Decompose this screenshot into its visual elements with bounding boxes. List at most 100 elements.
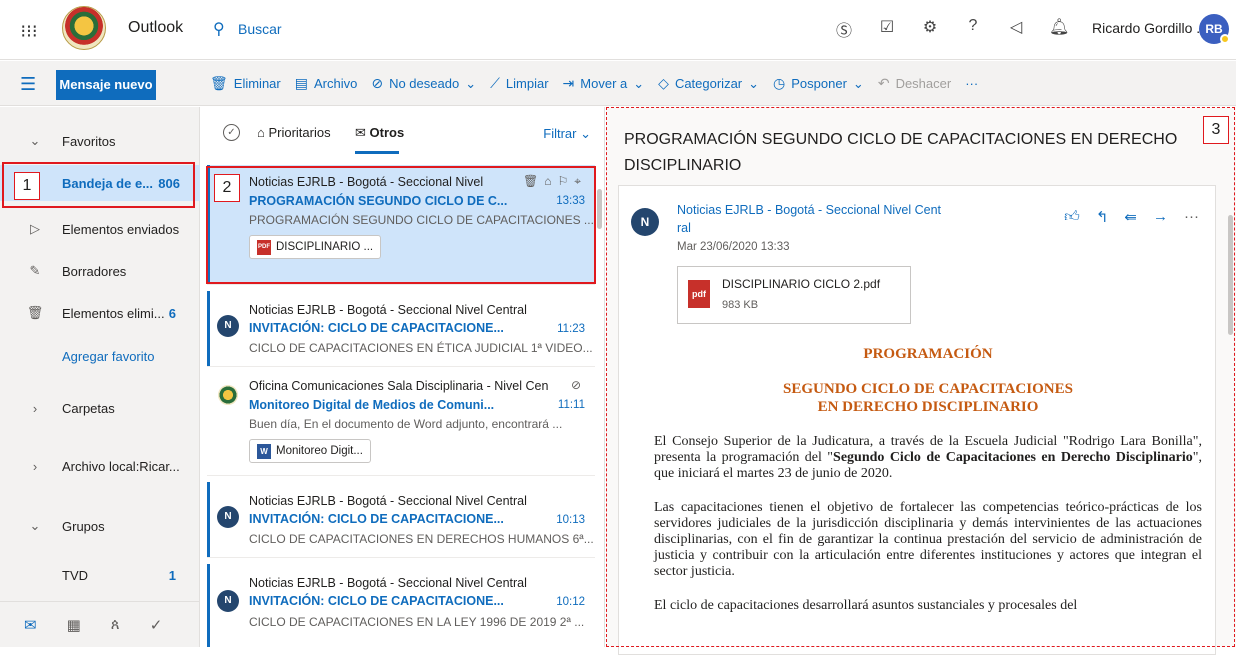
- message-preview: CICLO DE CAPACITACIONES EN LA LEY 1996 D…: [249, 615, 585, 629]
- annotation-label-1: 1: [14, 172, 40, 200]
- message-body: PROGRAMACIÓN SEGUNDO CICLO DE CAPACITACI…: [654, 346, 1202, 614]
- pencil-icon: ✎: [29, 263, 41, 278]
- list-item[interactable]: N Noticias EJRLB - Bogotá - Seccional Ni…: [207, 291, 595, 367]
- tasks-icon[interactable]: ✓: [150, 616, 163, 634]
- message-time: 10:12: [556, 596, 585, 608]
- list-item[interactable]: Oficina Comunicaciones Sala Disciplinari…: [207, 369, 595, 476]
- message-date: Mar 23/06/2020 13:33: [677, 241, 790, 253]
- menu-icon[interactable]: ☰: [20, 74, 36, 95]
- message-subject: Monitoreo Digital de Medios de Comuni...: [249, 398, 495, 412]
- message-subject: INVITACIÓN: CICLO DE CAPACITACIONE...: [249, 321, 504, 335]
- sidebar-item-tvd[interactable]: TVD 1: [0, 557, 200, 593]
- app-launcher-icon[interactable]: ⁝⁝⁝: [18, 20, 40, 42]
- categorize-button[interactable]: ◇ Categorizar ⌄: [658, 75, 759, 92]
- new-message-button[interactable]: Mensaje nuevo: [56, 70, 156, 100]
- message-sender: Oficina Comunicaciones Sala Disciplinari…: [249, 379, 549, 393]
- list-item[interactable]: N Noticias EJRLB - Bogotá - Seccional Ni…: [207, 482, 595, 558]
- message-subject: INVITACIÓN: CICLO DE CAPACITACIONE...: [249, 594, 504, 608]
- body-heading: PROGRAMACIÓN: [863, 346, 993, 362]
- message-sender: Noticias EJRLB - Bogotá - Seccional Nive…: [249, 494, 527, 508]
- tab-other[interactable]: ✉ Otros: [355, 125, 404, 141]
- archive-label: Archivo: [313, 76, 358, 91]
- clock-icon: ◷: [773, 75, 786, 91]
- inbox-tray-icon: ⌂: [257, 125, 269, 140]
- search-icon[interactable]: ⚲: [213, 19, 225, 39]
- categorize-label: Categorizar: [674, 76, 743, 91]
- trash-icon: 🗑︎: [210, 75, 228, 91]
- notifications-icon[interactable]: 🔔︎: [1049, 17, 1069, 41]
- archive-button[interactable]: ▤ Archivo: [295, 75, 358, 92]
- message-title: PROGRAMACIÓN SEGUNDO CICLO DE CAPACITACI…: [624, 131, 1178, 174]
- tvd-count: 1: [168, 567, 176, 583]
- list-item[interactable]: N Noticias EJRLB - Bogotá - Seccional Ni…: [207, 564, 595, 647]
- search-input[interactable]: Buscar: [238, 21, 282, 37]
- delete-button[interactable]: 🗑︎ Eliminar: [210, 75, 281, 92]
- local-archive-label: Archivo local:Ricar...: [62, 458, 180, 474]
- sidebar-item-groups[interactable]: ⌄ Grupos: [0, 508, 200, 544]
- command-bar: ☰ Mensaje nuevo 🗑︎ Eliminar ▤ Archivo ⊘ No …: [0, 61, 1236, 106]
- attachment-card[interactable]: pdf DISCIPLINARIO CICLO 2.pdf 983 KB: [677, 266, 911, 324]
- scrollbar[interactable]: [597, 189, 602, 229]
- sender-name-line-2: ral: [677, 221, 691, 235]
- move-to-button[interactable]: ⇥ Mover a ⌄: [563, 75, 645, 92]
- filter-label: Filtrar: [543, 126, 577, 141]
- forward-icon[interactable]: →: [1153, 208, 1168, 226]
- attachment-name: Monitoreo Digit...: [276, 445, 363, 457]
- sidebar-item-sent[interactable]: ▷ Elementos enviados: [0, 211, 200, 247]
- annotation-label-3: 3: [1203, 116, 1229, 144]
- people-icon[interactable]: ጰ: [111, 616, 120, 633]
- add-favorite-label: Agregar favorito: [62, 348, 155, 364]
- delete-label: Eliminar: [233, 76, 281, 91]
- chevron-down-icon: ⌄: [748, 75, 760, 91]
- help-icon[interactable]: ?: [963, 17, 983, 41]
- sender-name[interactable]: Noticias EJRLB - Bogotá - Seccional Nive…: [677, 201, 957, 237]
- attachment-chip[interactable]: W Monitoreo Digit...: [249, 439, 371, 463]
- sent-label: Elementos enviados: [62, 221, 180, 237]
- send-icon: ▷: [30, 221, 40, 236]
- add-favorite-link[interactable]: Agregar favorito: [0, 338, 200, 374]
- deleted-count: 6: [168, 305, 176, 321]
- body-paragraph: Las capacitaciones tienen el objetivo de…: [654, 500, 1202, 579]
- chevron-down-icon: ⌄: [633, 75, 645, 91]
- like-icon[interactable]: 👍︎: [1064, 208, 1080, 226]
- chevron-down-icon: ⌄: [852, 75, 864, 91]
- user-name[interactable]: Ricardo Gordillo ..: [1092, 20, 1204, 36]
- sidebar-item-drafts[interactable]: ✎ Borradores: [0, 253, 200, 289]
- chevron-right-icon: ›: [32, 400, 38, 416]
- calendar-icon[interactable]: ▦: [67, 616, 81, 634]
- app-name[interactable]: Outlook: [128, 19, 183, 37]
- reply-all-icon[interactable]: ⇚: [1124, 208, 1137, 226]
- sidebar-item-local-archive[interactable]: › Archivo local:Ricar...: [0, 448, 200, 484]
- to-do-icon[interactable]: ☑: [877, 17, 897, 41]
- inbox-tabs: ✓ ⌂ Prioritarios ✉ Otros Filtrar ⌄: [201, 107, 605, 157]
- body-subheading-2: EN DERECHO DISCIPLINARIO: [817, 399, 1039, 415]
- reply-icon[interactable]: ↰: [1096, 208, 1109, 226]
- sender-avatar: N: [217, 590, 239, 612]
- top-icons: Ⓢ ☑ ⚙ ? ◁ 🔔︎: [834, 17, 1069, 41]
- skype-icon[interactable]: Ⓢ: [834, 17, 854, 41]
- junk-button[interactable]: ⊘ No deseado ⌄: [371, 75, 476, 92]
- snooze-button[interactable]: ◷ Posponer ⌄: [773, 75, 864, 92]
- scrollbar[interactable]: [1226, 185, 1236, 655]
- sender-avatar: N: [631, 208, 659, 236]
- tab-focused[interactable]: ⌂ Prioritarios: [257, 125, 331, 140]
- undo-button[interactable]: ↶ Deshacer: [878, 75, 951, 92]
- mail-icon[interactable]: ✉: [24, 616, 37, 634]
- tvd-label: TVD: [62, 567, 88, 583]
- move-to-label: Mover a: [580, 76, 628, 91]
- select-all-checkbox[interactable]: ✓: [223, 124, 240, 141]
- more-icon[interactable]: ···: [1184, 208, 1199, 226]
- favorites-header[interactable]: ⌄ Favoritos: [0, 123, 200, 159]
- undo-label: Deshacer: [895, 76, 952, 91]
- message-time: 11:11: [557, 399, 585, 411]
- sidebar-item-folders[interactable]: › Carpetas: [0, 390, 200, 426]
- settings-icon[interactable]: ⚙: [920, 17, 940, 41]
- feedback-icon[interactable]: ◁: [1006, 17, 1026, 41]
- sweep-button[interactable]: ⟋ Limpiar: [490, 75, 548, 92]
- more-button[interactable]: ···: [965, 76, 978, 91]
- sidebar-item-deleted[interactable]: 🗑︎ Elementos elimi... 6: [0, 295, 200, 331]
- chevron-down-icon: ⌄: [465, 75, 477, 91]
- broom-icon: ⟋: [490, 75, 500, 91]
- filter-button[interactable]: Filtrar ⌄: [543, 126, 591, 142]
- highlight-box-2: [206, 166, 596, 284]
